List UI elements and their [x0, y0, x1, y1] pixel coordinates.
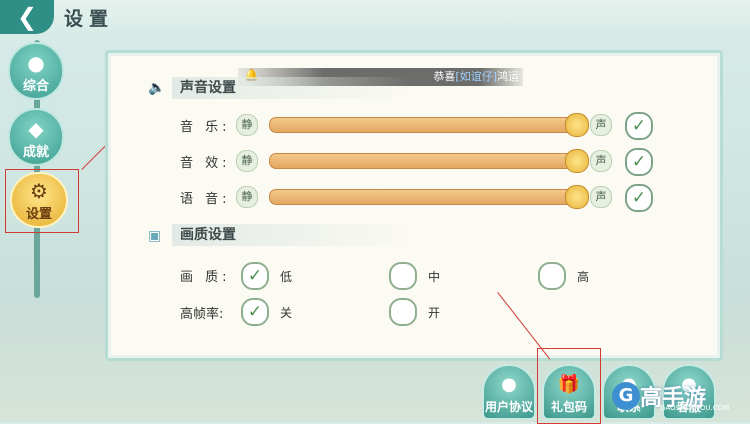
music-toggle-checkbox[interactable]: ✓ [625, 112, 653, 140]
row-label-highfps: 高帧率: [180, 307, 224, 322]
mute-label: 静 [236, 150, 258, 172]
loud-label: 声 [590, 114, 612, 136]
badge-icon: ◆ [28, 117, 44, 141]
banner-prefix: 恭喜 [433, 70, 456, 83]
loud-label: 声 [590, 186, 612, 208]
back-arrow-icon[interactable]: ❮ [0, 0, 54, 34]
watermark-subtext: GAOSHOUYOU.COM [660, 404, 730, 412]
loud-label: 声 [590, 150, 612, 172]
user-agreement-button[interactable]: ● 用户协议 [482, 364, 536, 420]
quality-high-radio[interactable] [538, 262, 566, 290]
sidebar-item-achievement[interactable]: ◆ 成就 [8, 108, 64, 166]
mute-label: 静 [236, 186, 258, 208]
annotation-box-settings [5, 169, 79, 233]
button-label: 用户协议 [484, 400, 533, 414]
sidebar-item-label: 成就 [22, 145, 49, 160]
sidebar-item-general[interactable]: ● 综合 [8, 42, 64, 100]
option-label: 中 [428, 270, 441, 284]
speaker-icon: 🔈 [148, 80, 166, 96]
cube-icon: ▣ [148, 228, 162, 244]
banner-name: [如谊仔] [455, 70, 497, 83]
watermark-logo: G [612, 382, 640, 410]
row-label-quality: 画 质: [180, 270, 231, 285]
sfx-volume-slider[interactable] [269, 153, 587, 169]
slider-handle[interactable] [565, 185, 589, 209]
voice-volume-slider[interactable] [269, 189, 587, 205]
mute-label: 静 [236, 114, 258, 136]
banner-suffix: 鸿运 [497, 70, 519, 83]
option-label: 高 [577, 270, 590, 284]
annotation-box-gift [537, 348, 601, 424]
quality-low-radio[interactable]: ✓ [241, 262, 269, 290]
option-label: 开 [428, 306, 441, 320]
row-label-voice: 语 音: [180, 192, 231, 207]
option-label: 低 [280, 270, 293, 284]
row-label-sfx: 音 效: [180, 156, 231, 171]
option-label: 关 [280, 306, 293, 320]
row-label-music: 音 乐: [180, 120, 231, 135]
section-title-sound: 声音设置 [172, 77, 410, 99]
slider-handle[interactable] [565, 149, 589, 173]
section-title-graphics: 画质设置 [172, 224, 410, 246]
page-title: 设置 [64, 8, 115, 30]
sfx-toggle-checkbox[interactable]: ✓ [625, 148, 653, 176]
sidebar-item-label: 综合 [22, 79, 49, 94]
voice-toggle-checkbox[interactable]: ✓ [625, 184, 653, 212]
music-volume-slider[interactable] [269, 117, 587, 133]
person-icon: ● [501, 374, 517, 395]
quality-mid-radio[interactable] [389, 262, 417, 290]
highfps-off-radio[interactable]: ✓ [241, 298, 269, 326]
highfps-on-radio[interactable] [389, 298, 417, 326]
person-icon: ● [27, 51, 45, 75]
slider-handle[interactable] [565, 113, 589, 137]
